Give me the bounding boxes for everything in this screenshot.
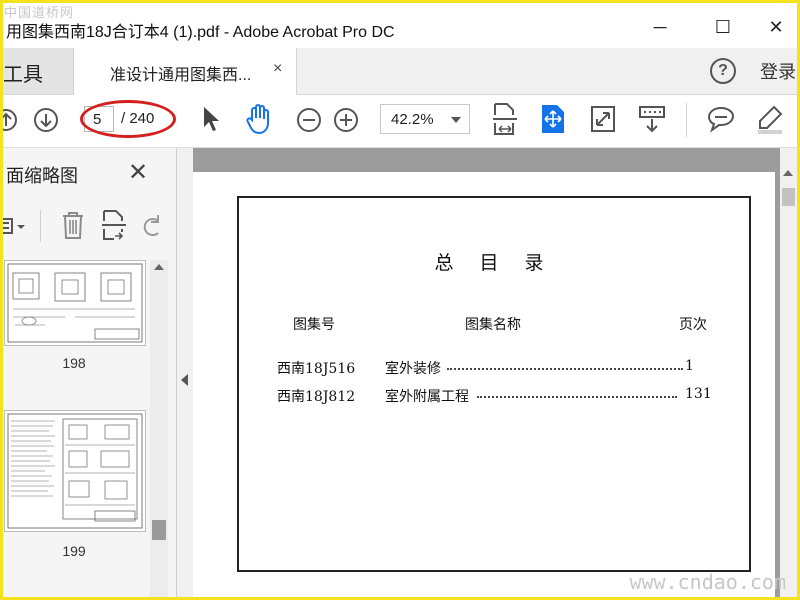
window-title: 用图集西南18J合订本4 (1).pdf - Adobe Acrobat Pro… [6,24,395,41]
row-page: 1 [685,358,694,374]
insert-page-icon[interactable] [101,208,127,242]
row-name: 室外附属工程 [385,389,469,405]
comment-icon[interactable] [706,105,736,133]
row-id: 西南18J812 [277,389,356,405]
title-bar: 用图集西南18J合订本4 (1).pdf - Adobe Acrobat Pro… [0,0,800,50]
hand-tool-icon[interactable] [244,103,274,135]
column-header-id: 图集号 [293,317,335,333]
column-header-page: 页次 [679,317,707,333]
sidebar-toolbar [0,206,176,246]
fit-width-icon[interactable] [492,101,518,137]
sidebar-close-icon[interactable]: ✕ [128,158,148,187]
pdf-page: 总 目 录 图集号 图集名称 页次 西南18J516 室外装修 1 西南18J8… [193,172,775,600]
annotation-ellipse [80,100,176,138]
close-window-button[interactable]: ✕ [756,10,796,44]
thumbnail-list: 198 199 [0,260,150,600]
chevron-down-icon [451,117,461,123]
tab-tools[interactable]: 工具 [0,48,74,94]
help-icon[interactable]: ? [710,58,736,84]
sidebar-scrollbar[interactable] [150,260,168,600]
zoom-out-icon[interactable] [296,107,322,133]
sidebar-collapse-gutter[interactable] [177,148,193,600]
collapse-arrow-icon[interactable] [181,374,188,386]
watermark-top: 中国道桥网 [4,6,75,21]
scroll-up-icon[interactable] [783,170,793,176]
watermark-bottom: www.cndao.com [629,570,786,594]
tab-close-icon[interactable]: × [273,60,282,78]
fit-page-icon[interactable] [540,103,566,135]
full-screen-icon[interactable] [590,105,616,133]
leader-dots [477,396,677,398]
page-thumbnail[interactable] [4,410,146,532]
row-id: 西南18J516 [277,361,356,377]
row-page: 131 [685,386,712,402]
thumbnail-label: 198 [62,355,86,371]
toolbar-separator [686,103,687,137]
scrollbar-thumb[interactable] [782,188,795,206]
page-thumbnail[interactable] [4,260,146,346]
sidebar-separator [40,210,41,242]
document-scrollbar[interactable] [780,148,797,600]
maximize-button[interactable]: ☐ [703,10,743,44]
scrollbar-thumb[interactable] [152,520,166,540]
select-cursor-icon[interactable] [200,105,222,133]
tab-bar: 工具 准设计通用图集西... × [0,48,800,95]
login-button[interactable]: 登录 [760,58,796,84]
rotate-page-icon[interactable] [140,211,164,239]
row-name: 室外装修 [385,361,441,377]
previous-page-icon[interactable] [0,107,22,133]
leader-dots [447,368,683,370]
thumbnail-sidebar: 面缩略图 ✕ 198 199 [0,148,177,600]
tab-document-label: 准设计通用图集西... [110,67,252,84]
scroll-up-icon[interactable] [154,264,164,270]
read-mode-icon[interactable] [638,105,666,133]
column-header-name: 图集名称 [465,317,521,333]
next-page-icon[interactable] [33,107,59,133]
zoom-value: 42.2% [391,111,434,128]
tab-tools-label: 工具 [3,64,43,86]
options-menu-icon[interactable] [0,210,30,240]
sidebar-title: 面缩略图 [6,166,78,186]
delete-page-icon[interactable] [60,209,86,241]
tab-document[interactable]: 准设计通用图集西... × [74,48,297,95]
minimize-button[interactable]: ─ [640,10,680,44]
page-border: 总 目 录 图集号 图集名称 页次 西南18J516 室外装修 1 西南18J8… [237,196,751,572]
zoom-dropdown[interactable]: 42.2% [380,104,470,134]
contents-heading: 总 目 录 [434,252,554,274]
thumbnail-label: 199 [62,543,86,559]
zoom-in-icon[interactable] [333,107,359,133]
highlight-pen-icon[interactable] [754,103,786,135]
